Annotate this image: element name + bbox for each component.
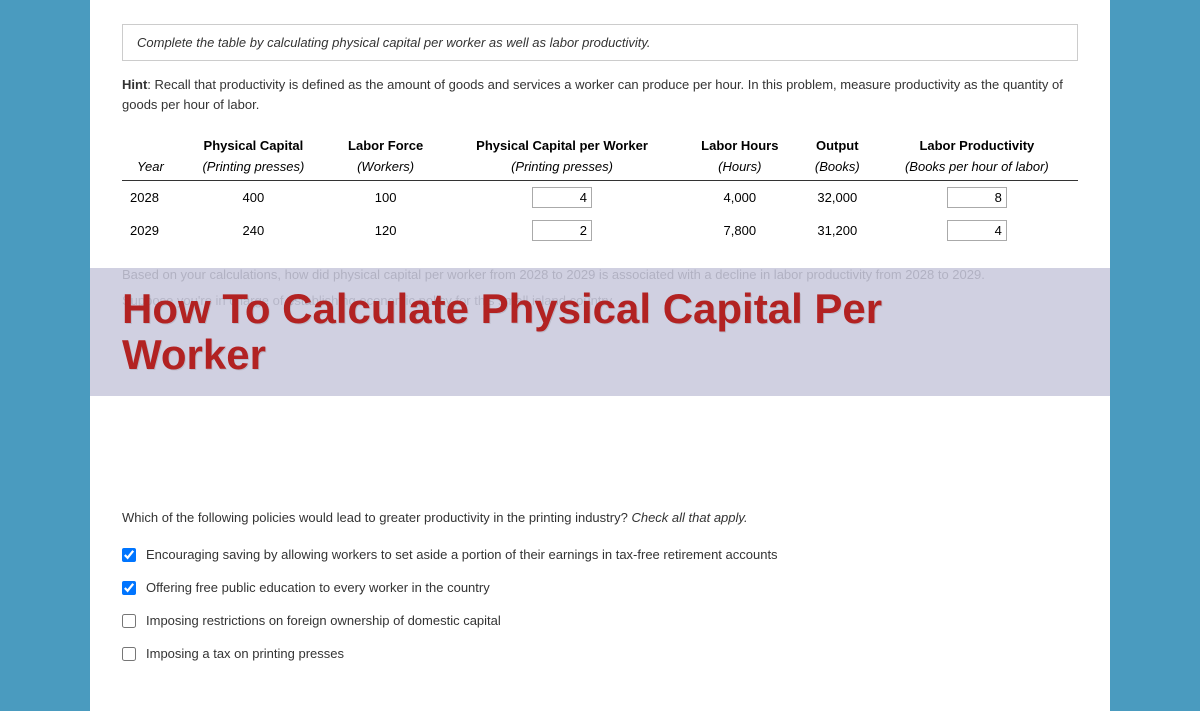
- table-header-row: Physical Capital Labor Force Physical Ca…: [122, 134, 1078, 157]
- cell-cap-per-worker-2029[interactable]: [443, 214, 681, 247]
- list-item-policy-3: Imposing restrictions on foreign ownersh…: [122, 613, 1078, 628]
- banner-title: How To Calculate Physical Capital Per Wo…: [122, 286, 1078, 378]
- col-year-header: [122, 134, 179, 157]
- col-labor-force-subheader: (Workers): [328, 157, 443, 181]
- list-item-policy-1: Encouraging saving by allowing workers t…: [122, 547, 1078, 562]
- instructions-box: Complete the table by calculating physic…: [122, 24, 1078, 61]
- checkbox-policy-2[interactable]: [122, 581, 136, 595]
- table-row-2028: 2028 400 100 4,000 32,000: [122, 181, 1078, 215]
- cell-labor-hours-2029: 7,800: [681, 214, 799, 247]
- list-item-policy-2: Offering free public education to every …: [122, 580, 1078, 595]
- policy-1-text: Encouraging saving by allowing workers t…: [146, 547, 778, 562]
- checkbox-policy-4[interactable]: [122, 647, 136, 661]
- checkbox-policy-3[interactable]: [122, 614, 136, 628]
- checkbox-list: Encouraging saving by allowing workers t…: [122, 547, 1078, 661]
- data-table: Physical Capital Labor Force Physical Ca…: [122, 134, 1078, 247]
- policy-4-text: Imposing a tax on printing presses: [146, 646, 344, 661]
- col-cap-per-worker-header: Physical Capital per Worker: [443, 134, 681, 157]
- col-phys-cap-header: Physical Capital: [179, 134, 328, 157]
- col-cap-per-worker-subheader: (Printing presses): [443, 157, 681, 181]
- cell-year-2028: 2028: [122, 181, 179, 215]
- banner-line1: How To Calculate Physical Capital Per: [122, 285, 882, 332]
- col-labor-prod-header: Labor Productivity: [876, 134, 1078, 157]
- policy-question-emphasis: Check all that apply.: [631, 510, 747, 525]
- cell-year-2029: 2029: [122, 214, 179, 247]
- table-subheader-row: Year (Printing presses) (Workers) (Print…: [122, 157, 1078, 181]
- policy-2-text: Offering free public education to every …: [146, 580, 490, 595]
- input-cap-per-worker-2029[interactable]: [532, 220, 592, 241]
- overlay-banner: How To Calculate Physical Capital Per Wo…: [90, 268, 1110, 396]
- col-labor-hours-header: Labor Hours: [681, 134, 799, 157]
- policy-3-text: Imposing restrictions on foreign ownersh…: [146, 613, 501, 628]
- cell-phys-cap-2028: 400: [179, 181, 328, 215]
- cell-cap-per-worker-2028[interactable]: [443, 181, 681, 215]
- cell-labor-force-2029: 120: [328, 214, 443, 247]
- banner-line2: Worker: [122, 331, 266, 378]
- cell-output-2029: 31,200: [799, 214, 876, 247]
- instructions-text: Complete the table by calculating physic…: [137, 35, 651, 50]
- main-container: Complete the table by calculating physic…: [90, 0, 1110, 711]
- hint-label: Hint: [122, 77, 147, 92]
- col-year-subheader: Year: [122, 157, 179, 181]
- table-row-2029: 2029 240 120 7,800 31,200: [122, 214, 1078, 247]
- checkbox-policy-1[interactable]: [122, 548, 136, 562]
- input-labor-prod-2029[interactable]: [947, 220, 1007, 241]
- table-section: Physical Capital Labor Force Physical Ca…: [122, 134, 1078, 247]
- col-output-header: Output: [799, 134, 876, 157]
- col-phys-cap-subheader: (Printing presses): [179, 157, 328, 181]
- col-labor-prod-subheader: (Books per hour of labor): [876, 157, 1078, 181]
- policy-section: Which of the following policies would le…: [122, 508, 1078, 662]
- col-labor-hours-subheader: (Hours): [681, 157, 799, 181]
- cell-output-2028: 32,000: [799, 181, 876, 215]
- cell-labor-hours-2028: 4,000: [681, 181, 799, 215]
- input-cap-per-worker-2028[interactable]: [532, 187, 592, 208]
- hint-block: Hint: Recall that productivity is define…: [122, 75, 1078, 114]
- cell-phys-cap-2029: 240: [179, 214, 328, 247]
- cell-labor-prod-2028[interactable]: [876, 181, 1078, 215]
- cell-labor-prod-2029[interactable]: [876, 214, 1078, 247]
- input-labor-prod-2028[interactable]: [947, 187, 1007, 208]
- policy-question: Which of the following policies would le…: [122, 508, 1078, 528]
- cell-labor-force-2028: 100: [328, 181, 443, 215]
- list-item-policy-4: Imposing a tax on printing presses: [122, 646, 1078, 661]
- policy-question-text: Which of the following policies would le…: [122, 510, 628, 525]
- hint-text: : Recall that productivity is defined as…: [122, 77, 1063, 112]
- col-labor-force-header: Labor Force: [328, 134, 443, 157]
- col-output-subheader: (Books): [799, 157, 876, 181]
